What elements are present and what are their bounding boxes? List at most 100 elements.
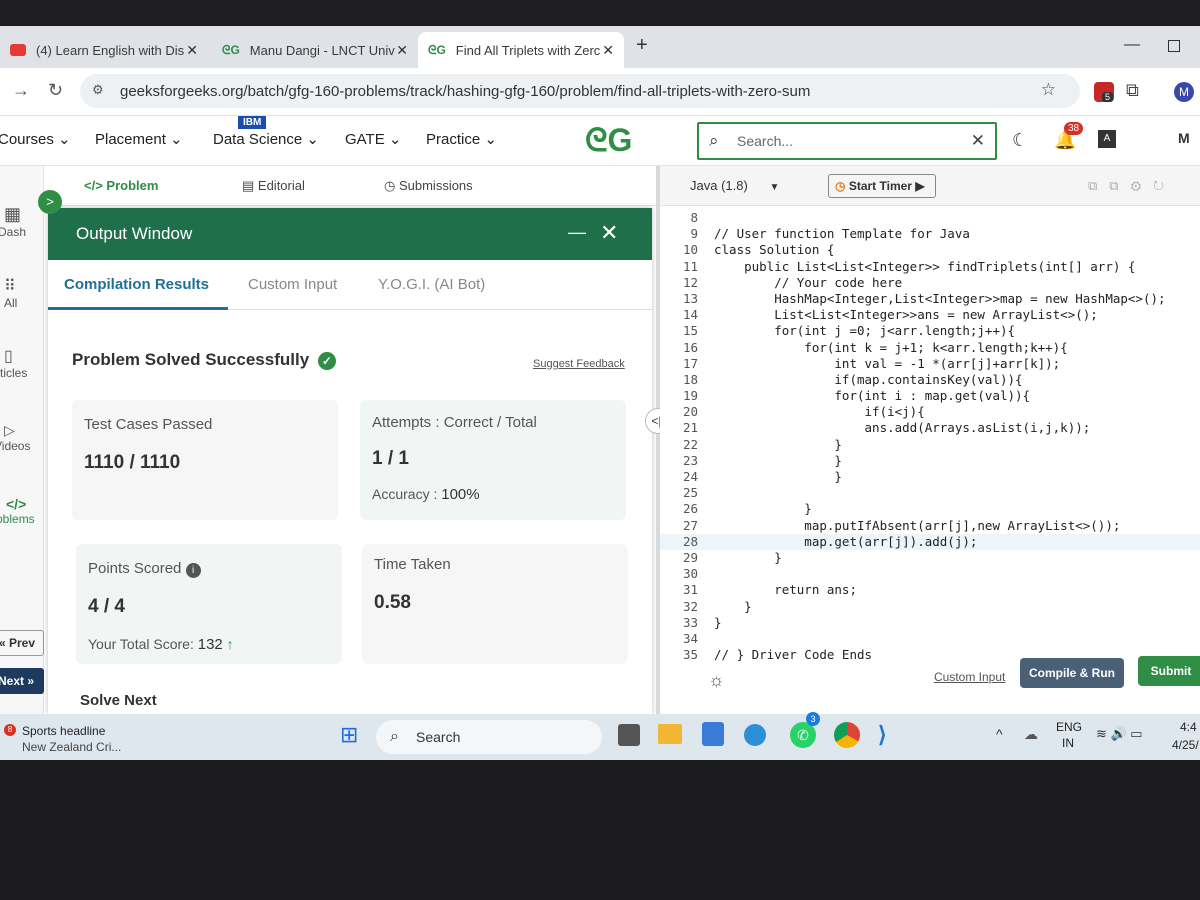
tab-youtube[interactable]: (4) Learn English with Dis ✕ (0, 32, 208, 68)
clear-icon[interactable]: ✕ (971, 131, 985, 151)
code-line[interactable]: 13 HashMap<Integer,List<Integer>>map = n… (660, 291, 1200, 307)
tab-active-problem[interactable]: ᘓG Find All Triplets with Zerc ✕ (418, 32, 624, 68)
code-line[interactable]: 28 map.get(arr[j]).add(j); (660, 533, 1200, 550)
dark-mode-icon[interactable]: ☾ (1012, 130, 1028, 151)
news-widget-subtitle[interactable]: New Zealand Cri... (22, 740, 121, 754)
region-indicator[interactable]: IN (1062, 736, 1074, 750)
profile-avatar[interactable]: M (1178, 130, 1190, 146)
suggest-feedback-link[interactable]: Suggest Feedback (533, 358, 625, 370)
code-line[interactable]: 32 } (660, 599, 1200, 615)
wifi-volume-battery-icons[interactable]: ≋ 🔊 ▭ (1096, 726, 1143, 742)
sidebar-item-articles[interactable]: ▯ Articles (0, 346, 44, 380)
code-area[interactable]: 8 9 // User function Template for Java 10 cl… (660, 210, 1200, 663)
extension-icon[interactable]: 5 (1094, 82, 1114, 102)
tab-title: Find All Triplets with Zerc (455, 42, 601, 58)
clock-time[interactable]: 4:4 (1180, 720, 1197, 734)
nav-courses[interactable]: Courses ⌄ (0, 130, 71, 148)
gfg-logo[interactable]: ᘓG (585, 122, 632, 160)
submit-button[interactable]: Submit (1138, 656, 1200, 686)
task-view-icon[interactable] (618, 724, 640, 746)
file-explorer-icon[interactable] (658, 724, 682, 744)
close-icon[interactable]: ✕ (600, 220, 618, 246)
taskbar-search[interactable]: ⌕ Search (376, 720, 602, 754)
chevron-up-icon[interactable]: ^ (996, 726, 1003, 742)
nav-data-science[interactable]: Data Science ⌄ (213, 130, 319, 148)
store-icon[interactable] (702, 722, 724, 746)
code-line[interactable]: 14 List<List<Integer>>ans = new ArrayLis… (660, 307, 1200, 323)
url-field[interactable]: ⚙ geeksforgeeks.org/batch/gfg-160-proble… (80, 74, 1080, 108)
code-line[interactable]: 21 ans.add(Arrays.asList(i,j,k)); (660, 420, 1200, 436)
language-select[interactable]: Java (1.8) ▼ (690, 178, 779, 193)
code-line[interactable]: 24 } (660, 469, 1200, 485)
code-line[interactable]: 8 (660, 210, 1200, 226)
new-tab-button[interactable]: + (636, 34, 648, 57)
tab-editorial[interactable]: ▤ Editorial (242, 178, 305, 194)
code-line[interactable]: 12 // Your code here (660, 275, 1200, 291)
bookmark-star-icon[interactable]: ☆ (1041, 80, 1056, 100)
close-icon[interactable]: ✕ (186, 42, 198, 59)
code-line[interactable]: 15 for(int j =0; j<arr.length;j++){ (660, 323, 1200, 339)
site-settings-icon[interactable]: ⚙ (92, 82, 104, 98)
vscode-icon[interactable]: ⟩ (878, 722, 902, 747)
compile-run-button[interactable]: Compile & Run (1020, 658, 1124, 688)
sidebar-item-all[interactable]: ⠿ All (0, 276, 44, 310)
custom-input-link[interactable]: Custom Input (934, 670, 1005, 684)
close-icon[interactable]: ✕ (396, 42, 408, 59)
prev-button[interactable]: « Prev (0, 630, 44, 656)
nav-gate[interactable]: GATE ⌄ (345, 130, 401, 148)
code-line[interactable]: 34 (660, 631, 1200, 647)
sidebar-item-dash[interactable]: ▦ Dash (0, 204, 44, 239)
search-input[interactable]: ⌕ Search... ✕ (697, 122, 997, 160)
sidebar-item-problems[interactable]: </> Problems (0, 496, 44, 526)
check-icon: ✓ (317, 352, 336, 370)
tab-yogi-ai-bot[interactable]: Y.O.G.I. (AI Bot) (378, 276, 485, 293)
code-line[interactable]: 10 class Solution { (660, 242, 1200, 258)
code-line[interactable]: 19 for(int i : map.get(val)){ (660, 388, 1200, 404)
code-line[interactable]: 22 } (660, 437, 1200, 453)
extensions-puzzle-icon[interactable]: ⧉ (1126, 80, 1139, 101)
sidebar-item-videos[interactable]: ▷ Videos (0, 422, 44, 453)
language-indicator[interactable]: ENG (1056, 720, 1082, 734)
maximize-button[interactable] (1168, 40, 1180, 52)
code-line[interactable]: 27 map.putIfAbsent(arr[j],new ArrayList<… (660, 518, 1200, 534)
code-line[interactable]: 33} (660, 615, 1200, 631)
reload-icon[interactable]: ↻ (48, 80, 63, 101)
nav-placement[interactable]: Placement ⌄ (95, 130, 183, 148)
tab-compilation-results[interactable]: Compilation Results (64, 276, 209, 293)
editor-toolbar-icons[interactable]: ⧉⧉⚙↻ (1088, 178, 1176, 194)
windows-start-icon[interactable]: ⊞ (340, 724, 364, 748)
nav-practice[interactable]: Practice ⌄ (426, 130, 497, 148)
tab-submissions[interactable]: ◷ Submissions (384, 178, 473, 194)
tab-problem[interactable]: </> Problem (84, 178, 158, 193)
expand-sidebar-icon[interactable]: > (38, 190, 62, 214)
lightbulb-icon[interactable]: ☼ (708, 670, 725, 691)
code-line[interactable]: 29 } (660, 550, 1200, 566)
code-line[interactable]: 20 if(i<j){ (660, 404, 1200, 420)
code-line[interactable]: 11 public List<List<Integer>> findTriple… (660, 259, 1200, 275)
code-line[interactable]: 31 return ans; (660, 582, 1200, 598)
edge-icon[interactable] (744, 724, 766, 746)
profile-avatar[interactable]: M (1174, 82, 1194, 102)
close-icon[interactable]: ✕ (602, 42, 614, 59)
minimize-icon[interactable]: — (568, 222, 586, 243)
news-widget-title[interactable]: Sports headline (22, 724, 105, 738)
code-line[interactable]: 9 // User function Template for Java (660, 226, 1200, 242)
code-line[interactable]: 16 for(int k = j+1; k<arr.length;k++){ (660, 340, 1200, 356)
code-line[interactable]: 30 (660, 566, 1200, 582)
code-line[interactable]: 26 } (660, 501, 1200, 517)
code-line[interactable]: 18 if(map.containsKey(val)){ (660, 372, 1200, 388)
clock-date[interactable]: 4/25/ (1172, 738, 1199, 752)
onedrive-icon[interactable]: ☁ (1024, 726, 1038, 743)
start-timer-button[interactable]: ◷ Start Timer ▶ (828, 174, 936, 198)
code-line[interactable]: 23 } (660, 453, 1200, 469)
code-line[interactable]: 17 int val = -1 *(arr[j]+arr[k]); (660, 356, 1200, 372)
tab-profile[interactable]: ᘓG Manu Dangi - LNCT Univ ✕ (212, 32, 418, 68)
next-button[interactable]: Next » (0, 668, 44, 694)
forward-icon[interactable]: → (12, 80, 30, 101)
minimize-button[interactable]: — (1124, 36, 1140, 54)
translate-icon[interactable]: A (1098, 130, 1116, 148)
chrome-icon[interactable] (834, 722, 860, 748)
code-line[interactable]: 25 (660, 485, 1200, 501)
tab-custom-input[interactable]: Custom Input (248, 276, 337, 293)
info-icon[interactable]: i (185, 563, 201, 578)
